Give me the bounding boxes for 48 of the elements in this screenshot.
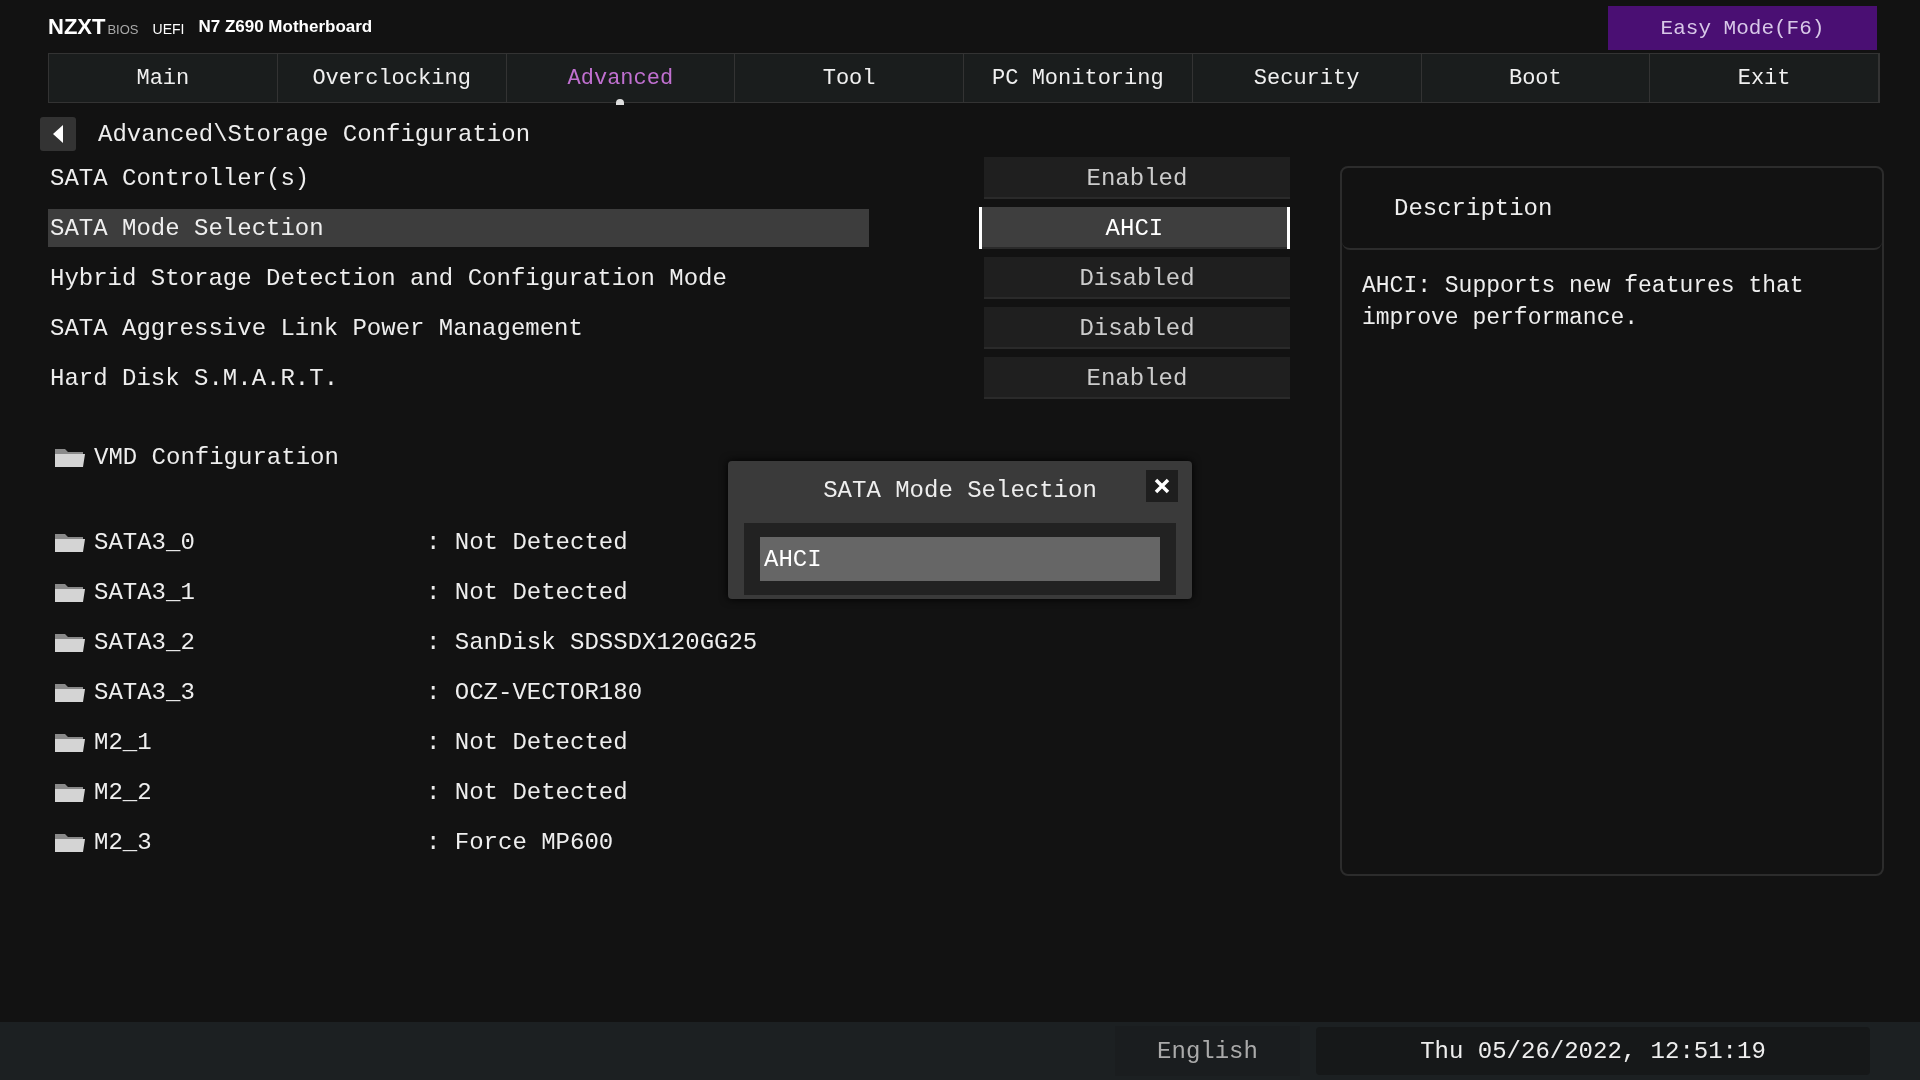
setting-label[interactable]: SATA Controller(s): [48, 159, 871, 197]
menu-tab[interactable]: Tool: [735, 54, 964, 102]
port-name[interactable]: M2_3: [94, 828, 418, 856]
setting-label[interactable]: Hybrid Storage Detection and Configuration Mode: [48, 259, 871, 297]
brand-subtitle: BIOS: [107, 22, 139, 37]
back-arrow-icon: [51, 124, 65, 144]
setting-value-button[interactable]: Disabled: [983, 307, 1290, 349]
easy-mode-button[interactable]: Easy Mode(F6): [1608, 6, 1877, 50]
dialog-option[interactable]: AHCI: [760, 537, 1160, 581]
setting-label[interactable]: SATA Mode Selection: [48, 209, 869, 247]
close-icon: [1153, 477, 1171, 495]
description-text: AHCI: Supports new features that improve performance.: [1361, 272, 1805, 333]
breadcrumb: Advanced\Storage Configuration: [98, 120, 531, 148]
setting-label[interactable]: SATA Aggressive Link Power Management: [48, 309, 871, 347]
port-name[interactable]: M2_1: [94, 728, 418, 756]
menu-tab[interactable]: Boot: [1421, 54, 1651, 102]
board-name: N7 Z690 Motherboard: [198, 16, 373, 37]
setting-value-button[interactable]: Disabled: [983, 257, 1290, 299]
setting-label[interactable]: Hard Disk S.M.A.R.T.: [48, 359, 871, 397]
brand-logo: NZXT: [48, 13, 106, 40]
setting-value-button[interactable]: Enabled: [983, 157, 1290, 199]
submenu-link[interactable]: VMD Configuration: [94, 443, 339, 471]
port-name[interactable]: SATA3_0: [94, 528, 418, 556]
date-time: Thu 05/26/2022, 12:51:19: [1316, 1027, 1870, 1075]
port-status: : Not Detected: [426, 728, 628, 756]
close-button[interactable]: [1146, 470, 1178, 502]
menu-tab[interactable]: Advanced: [506, 54, 736, 102]
menu-tab[interactable]: Exit: [1650, 54, 1879, 102]
menu-tab[interactable]: Main: [49, 54, 278, 102]
port-status: : Not Detected: [426, 578, 628, 606]
setting-value-button[interactable]: Enabled: [983, 357, 1290, 399]
port-status: : SanDisk SDSSDX120GG25: [426, 628, 758, 656]
dialog-title: SATA Mode Selection: [823, 476, 1097, 506]
uefi-label: UEFI: [152, 20, 185, 37]
port-name[interactable]: SATA3_3: [94, 678, 418, 706]
menu-tab[interactable]: Overclocking: [277, 54, 507, 102]
port-status: : Force MP600: [426, 828, 614, 856]
description-title: Description: [1394, 194, 1553, 222]
port-status: : Not Detected: [426, 778, 628, 806]
port-status: : OCZ-VECTOR180: [426, 678, 643, 706]
menu-tab[interactable]: PC Monitoring: [964, 54, 1193, 102]
port-name[interactable]: SATA3_1: [94, 578, 418, 606]
port-name[interactable]: SATA3_2: [94, 628, 418, 656]
setting-value-button[interactable]: AHCI: [978, 207, 1290, 249]
back-button[interactable]: [40, 117, 76, 151]
menu-tab[interactable]: Security: [1192, 54, 1422, 102]
port-status: : Not Detected: [426, 528, 628, 556]
port-name[interactable]: M2_2: [94, 778, 418, 806]
